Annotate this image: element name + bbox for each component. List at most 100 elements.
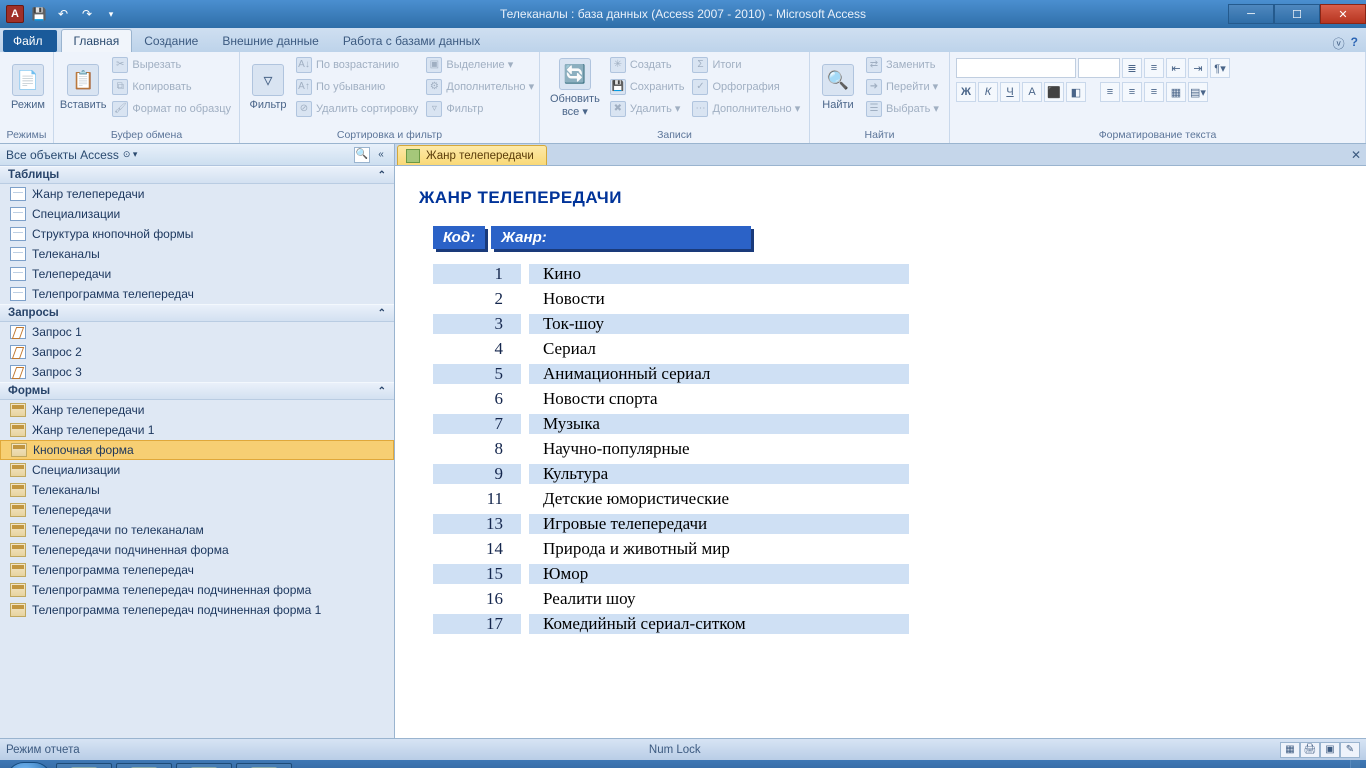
- bold-icon[interactable]: Ж: [956, 82, 976, 102]
- indent-inc-icon[interactable]: ⇥: [1188, 58, 1208, 78]
- task-explorer[interactable]: 📁: [236, 763, 292, 768]
- table-row[interactable]: 14Природа и животный мир: [415, 536, 1366, 561]
- find-button[interactable]: 🔍Найти: [816, 54, 860, 122]
- task-word[interactable]: W: [56, 763, 112, 768]
- bullets-icon[interactable]: ≣: [1122, 58, 1142, 78]
- table-row[interactable]: 15Юмор: [415, 561, 1366, 586]
- format-painter-button[interactable]: 🖌Формат по образцу: [110, 98, 233, 119]
- paste-button[interactable]: 📋Вставить: [60, 54, 106, 122]
- align-right-icon[interactable]: ≡: [1144, 82, 1164, 102]
- table-row[interactable]: 3Ток-шоу: [415, 311, 1366, 336]
- font-combo[interactable]: [956, 58, 1076, 78]
- table-row[interactable]: 17Комедийный сериал-ситком: [415, 611, 1366, 636]
- copy-button[interactable]: ⧉Копировать: [110, 76, 233, 97]
- nav-search-icon[interactable]: 🔍: [354, 147, 370, 163]
- nav-item[interactable]: Телепрограмма телепередач подчиненная фо…: [0, 580, 394, 600]
- qat-undo[interactable]: ↶: [52, 3, 74, 25]
- view-button[interactable]: 📄Режим: [6, 54, 50, 122]
- nav-item[interactable]: Телеканалы: [0, 480, 394, 500]
- table-row[interactable]: 16Реалити шоу: [415, 586, 1366, 611]
- help-icon[interactable]: ?: [1351, 35, 1358, 52]
- gridlines-icon[interactable]: ▦: [1166, 82, 1186, 102]
- nav-item[interactable]: Жанр телепередачи: [0, 400, 394, 420]
- nav-item[interactable]: Телепередачи по телеканалам: [0, 520, 394, 540]
- nav-item[interactable]: Запрос 3: [0, 362, 394, 382]
- italic-icon[interactable]: К: [978, 82, 998, 102]
- document-close-icon[interactable]: ✕: [1346, 145, 1366, 165]
- tab-dbtools[interactable]: Работа с базами данных: [331, 30, 492, 52]
- qat-redo[interactable]: ↷: [76, 3, 98, 25]
- textdir-icon[interactable]: ¶▾: [1210, 58, 1230, 78]
- table-row[interactable]: 1Кино: [415, 261, 1366, 286]
- save-record[interactable]: 💾Сохранить: [608, 76, 687, 97]
- task-access[interactable]: A: [116, 763, 172, 768]
- underline-icon[interactable]: Ч: [1000, 82, 1020, 102]
- nav-item[interactable]: Структура кнопочной формы: [0, 224, 394, 244]
- nav-item[interactable]: Жанр телепередачи: [0, 184, 394, 204]
- records-more[interactable]: ⋯Дополнительно ▾: [690, 98, 802, 119]
- maximize-button[interactable]: ☐: [1274, 4, 1320, 24]
- nav-item[interactable]: Телепередачи: [0, 264, 394, 284]
- nav-item[interactable]: Специализации: [0, 204, 394, 224]
- nav-item[interactable]: Телепередачи подчиненная форма: [0, 540, 394, 560]
- tab-create[interactable]: Создание: [132, 30, 210, 52]
- size-combo[interactable]: [1078, 58, 1120, 78]
- numbering-icon[interactable]: ≡: [1144, 58, 1164, 78]
- show-desktop[interactable]: [1350, 760, 1360, 768]
- close-button[interactable]: ✕: [1320, 4, 1366, 24]
- nav-group-tables[interactable]: Таблицы⌃: [0, 166, 394, 184]
- filter-button[interactable]: ▿Фильтр: [246, 54, 290, 122]
- nav-item[interactable]: Запрос 1: [0, 322, 394, 342]
- table-row[interactable]: 8Научно-популярные: [415, 436, 1366, 461]
- view-report-icon[interactable]: ▦: [1280, 742, 1300, 758]
- tab-home[interactable]: Главная: [61, 29, 133, 52]
- file-tab[interactable]: Файл: [3, 30, 57, 52]
- filter-toggle[interactable]: ▿Фильтр: [424, 98, 536, 119]
- spelling[interactable]: ✓Орфография: [690, 76, 802, 97]
- nav-item[interactable]: Кнопочная форма: [0, 440, 394, 460]
- nav-collapse-icon[interactable]: «: [374, 148, 388, 162]
- cut-button[interactable]: ✂Вырезать: [110, 54, 233, 75]
- table-row[interactable]: 5Анимационный сериал: [415, 361, 1366, 386]
- qat-save[interactable]: 💾: [28, 3, 50, 25]
- qat-customize[interactable]: ▾: [100, 3, 122, 25]
- nav-item[interactable]: Специализации: [0, 460, 394, 480]
- table-row[interactable]: 11Детские юмористические: [415, 486, 1366, 511]
- delete-record[interactable]: ✖Удалить ▾: [608, 98, 687, 119]
- table-row[interactable]: 4Сериал: [415, 336, 1366, 361]
- table-row[interactable]: 2Новости: [415, 286, 1366, 311]
- tab-external[interactable]: Внешние данные: [210, 30, 331, 52]
- refresh-button[interactable]: 🔄Обновить все ▾: [546, 54, 604, 122]
- table-row[interactable]: 6Новости спорта: [415, 386, 1366, 411]
- indent-dec-icon[interactable]: ⇤: [1166, 58, 1186, 78]
- nav-item[interactable]: Жанр телепередачи 1: [0, 420, 394, 440]
- nav-header[interactable]: Все объекты Access ⊙ ▾ 🔍 «: [0, 144, 394, 166]
- highlight-icon[interactable]: ⬛: [1044, 82, 1064, 102]
- table-row[interactable]: 7Музыка: [415, 411, 1366, 436]
- totals[interactable]: ΣИтоги: [690, 54, 802, 75]
- view-layout-icon[interactable]: ▣: [1320, 742, 1340, 758]
- document-tab[interactable]: Жанр телепередачи: [397, 145, 547, 165]
- altrow-icon[interactable]: ▤▾: [1188, 82, 1208, 102]
- view-preview-icon[interactable]: 🖨: [1300, 742, 1320, 758]
- new-record[interactable]: ✳Создать: [608, 54, 687, 75]
- view-design-icon[interactable]: ✎: [1340, 742, 1360, 758]
- minimize-button[interactable]: ─: [1228, 4, 1274, 24]
- nav-item[interactable]: Телеканалы: [0, 244, 394, 264]
- goto[interactable]: ➜Перейти ▾: [864, 76, 941, 97]
- table-row[interactable]: 9Культура: [415, 461, 1366, 486]
- table-row[interactable]: 13Игровые телепередачи: [415, 511, 1366, 536]
- select[interactable]: ☰Выбрать ▾: [864, 98, 941, 119]
- filter-advanced[interactable]: ⚙Дополнительно ▾: [424, 76, 536, 97]
- nav-group-forms[interactable]: Формы⌃: [0, 382, 394, 400]
- replace[interactable]: ⇄Заменить: [864, 54, 941, 75]
- task-media[interactable]: ▶: [176, 763, 232, 768]
- nav-item[interactable]: Запрос 2: [0, 342, 394, 362]
- sort-asc[interactable]: A↓По возрастанию: [294, 54, 420, 75]
- nav-item[interactable]: Телепрограмма телепередач: [0, 560, 394, 580]
- nav-item[interactable]: Телепрограмма телепередач: [0, 284, 394, 304]
- align-left-icon[interactable]: ≡: [1100, 82, 1120, 102]
- align-center-icon[interactable]: ≡: [1122, 82, 1142, 102]
- nav-item[interactable]: Телепрограмма телепередач подчиненная фо…: [0, 600, 394, 620]
- nav-item[interactable]: Телепередачи: [0, 500, 394, 520]
